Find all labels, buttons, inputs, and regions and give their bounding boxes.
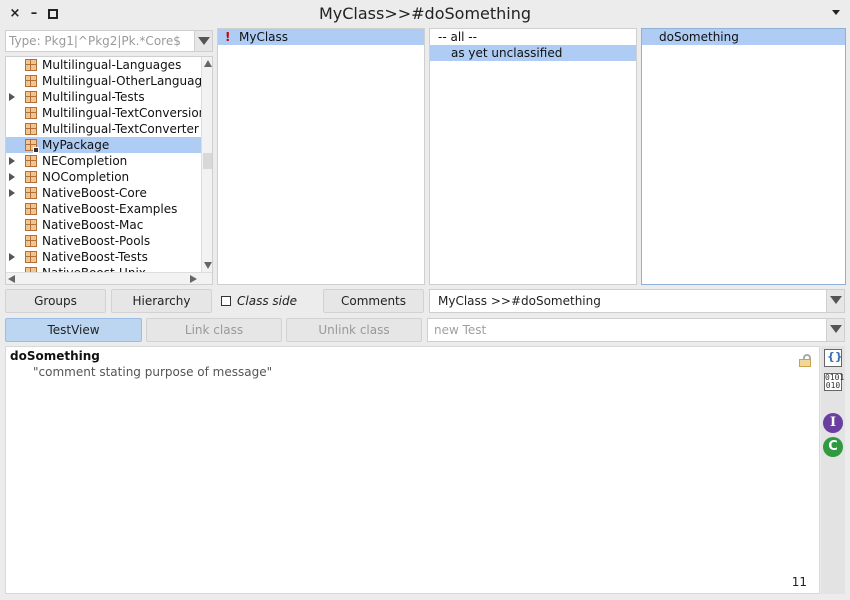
package-item[interactable]: Multilingual-Tests: [6, 89, 201, 105]
class-label: MyClass: [239, 30, 289, 44]
expand-arrow-icon[interactable]: [9, 157, 15, 165]
package-icon: [25, 139, 39, 153]
browser-window: × – MyClass>>#doSomething Multilingual-L…: [0, 0, 850, 600]
package-item[interactable]: NativeBoost-Pools: [6, 233, 201, 249]
package-label: NativeBoost-Core: [42, 186, 147, 200]
package-filter[interactable]: [5, 30, 213, 52]
new-test-combo[interactable]: [427, 318, 845, 342]
package-label: NativeBoost-Tests: [42, 250, 148, 264]
editor-tool-column: 0101 010 I C: [821, 346, 845, 594]
class-side-label: Class side: [237, 294, 297, 308]
package-list[interactable]: Multilingual-Languages Multilingual-Other…: [6, 57, 201, 272]
package-icon: [25, 219, 37, 231]
package-icon: [25, 155, 37, 167]
package-item[interactable]: NECompletion: [6, 153, 201, 169]
method-item[interactable]: doSomething: [642, 29, 845, 45]
package-icon: [25, 107, 37, 119]
package-label: Multilingual-Languages: [42, 58, 182, 72]
package-item[interactable]: NOCompletion: [6, 169, 201, 185]
scroll-left-icon[interactable]: [8, 275, 15, 283]
expand-arrow-icon[interactable]: [9, 189, 15, 197]
comments-button[interactable]: Comments: [323, 289, 424, 313]
protocol-list-pane[interactable]: -- all -- as yet unclassified: [429, 28, 637, 285]
package-label: NativeBoost-Mac: [42, 218, 144, 232]
hierarchy-button[interactable]: Hierarchy: [111, 289, 212, 313]
package-item[interactable]: NativeBoost-Tests: [6, 249, 201, 265]
package-label: NOCompletion: [42, 170, 130, 184]
line-number: 11: [791, 575, 807, 589]
testview-button[interactable]: TestView: [5, 318, 142, 342]
package-label: NativeBoost-Examples: [42, 202, 178, 216]
filter-dropdown-icon[interactable]: [194, 31, 212, 51]
package-item[interactable]: NativeBoost-Core: [6, 185, 201, 201]
method-label: doSomething: [659, 30, 739, 44]
package-item[interactable]: Multilingual-TextConversion: [6, 105, 201, 121]
package-item[interactable]: NativeBoost-Mac: [6, 217, 201, 233]
method-combo-dropdown-icon[interactable]: [826, 290, 844, 312]
package-label: MyPackage: [42, 138, 110, 152]
unlink-class-button[interactable]: Unlink class: [286, 318, 422, 342]
package-icon: [25, 187, 37, 199]
package-label: Multilingual-TextConverter: [42, 122, 199, 136]
package-label: NativeBoost-Unix: [42, 265, 146, 272]
method-combo[interactable]: MyClass >>#doSomething: [429, 289, 845, 313]
package-icon: [25, 171, 37, 183]
method-combo-value: MyClass >>#doSomething: [438, 294, 601, 308]
package-icon: [25, 251, 37, 263]
package-vertical-scrollbar[interactable]: [201, 57, 212, 272]
protocol-label: as yet unclassified: [451, 46, 563, 60]
scroll-up-icon[interactable]: [204, 60, 212, 67]
package-label: NECompletion: [42, 154, 128, 168]
package-item[interactable]: Multilingual-TextConverter: [6, 121, 201, 137]
protocol-item[interactable]: -- all --: [430, 29, 636, 45]
source-doc-icon[interactable]: [824, 349, 843, 367]
unlock-icon[interactable]: [799, 354, 811, 367]
method-comment-text[interactable]: "comment stating purpose of message": [33, 365, 272, 379]
package-item[interactable]: NativeBoost-Examples: [6, 201, 201, 217]
package-icon: [25, 123, 37, 135]
package-label: NativeBoost-Pools: [42, 234, 151, 248]
expand-arrow-icon[interactable]: [9, 253, 15, 261]
class-item[interactable]: ! MyClass: [218, 29, 424, 45]
groups-button[interactable]: Groups: [5, 289, 106, 313]
window-menu-icon[interactable]: [832, 10, 840, 15]
protocol-item[interactable]: as yet unclassified: [430, 45, 636, 61]
title-bar: × – MyClass>>#doSomething: [0, 0, 850, 28]
method-list-pane[interactable]: doSomething: [641, 28, 846, 285]
method-selector-text[interactable]: doSomething: [10, 349, 100, 363]
package-icon: [25, 91, 37, 103]
scroll-right-icon[interactable]: [190, 275, 197, 283]
package-label: Multilingual-OtherLanguages: [42, 74, 201, 88]
expand-arrow-icon[interactable]: [9, 93, 15, 101]
package-item[interactable]: Multilingual-OtherLanguages: [6, 73, 201, 89]
expand-arrow-icon[interactable]: [9, 173, 15, 181]
class-side-toggle[interactable]: Class side: [221, 289, 325, 313]
protocol-label: -- all --: [438, 30, 477, 44]
package-filter-input[interactable]: [6, 31, 190, 51]
package-item[interactable]: NativeBoost-Unix: [6, 265, 201, 272]
package-icon: [25, 235, 37, 247]
package-item[interactable]: Multilingual-Languages: [6, 57, 201, 73]
new-test-dropdown-icon[interactable]: [826, 319, 844, 341]
link-class-button[interactable]: Link class: [146, 318, 282, 342]
class-side-checkbox[interactable]: [221, 296, 231, 306]
package-list-pane[interactable]: Multilingual-Languages Multilingual-Other…: [5, 56, 213, 285]
info-icon[interactable]: I: [823, 413, 843, 433]
code-editor[interactable]: doSomething "comment stating purpose of …: [5, 346, 820, 594]
package-horizontal-scrollbar[interactable]: [6, 272, 212, 284]
bytecode-icon[interactable]: 0101 010: [824, 373, 844, 391]
package-icon: [25, 59, 37, 71]
new-test-input[interactable]: [434, 320, 814, 340]
warning-icon: !: [225, 30, 231, 44]
class-list-pane[interactable]: ! MyClass: [217, 28, 425, 285]
package-icon: [25, 203, 37, 215]
scroll-thumb[interactable]: [203, 153, 212, 169]
package-label: Multilingual-TextConversion: [42, 106, 201, 120]
package-label: Multilingual-Tests: [42, 90, 145, 104]
package-item[interactable]: MyPackage: [6, 137, 201, 153]
package-icon: [25, 75, 37, 87]
critic-icon[interactable]: C: [823, 437, 843, 457]
window-title: MyClass>>#doSomething: [318, 4, 532, 23]
scroll-down-icon[interactable]: [204, 262, 212, 269]
